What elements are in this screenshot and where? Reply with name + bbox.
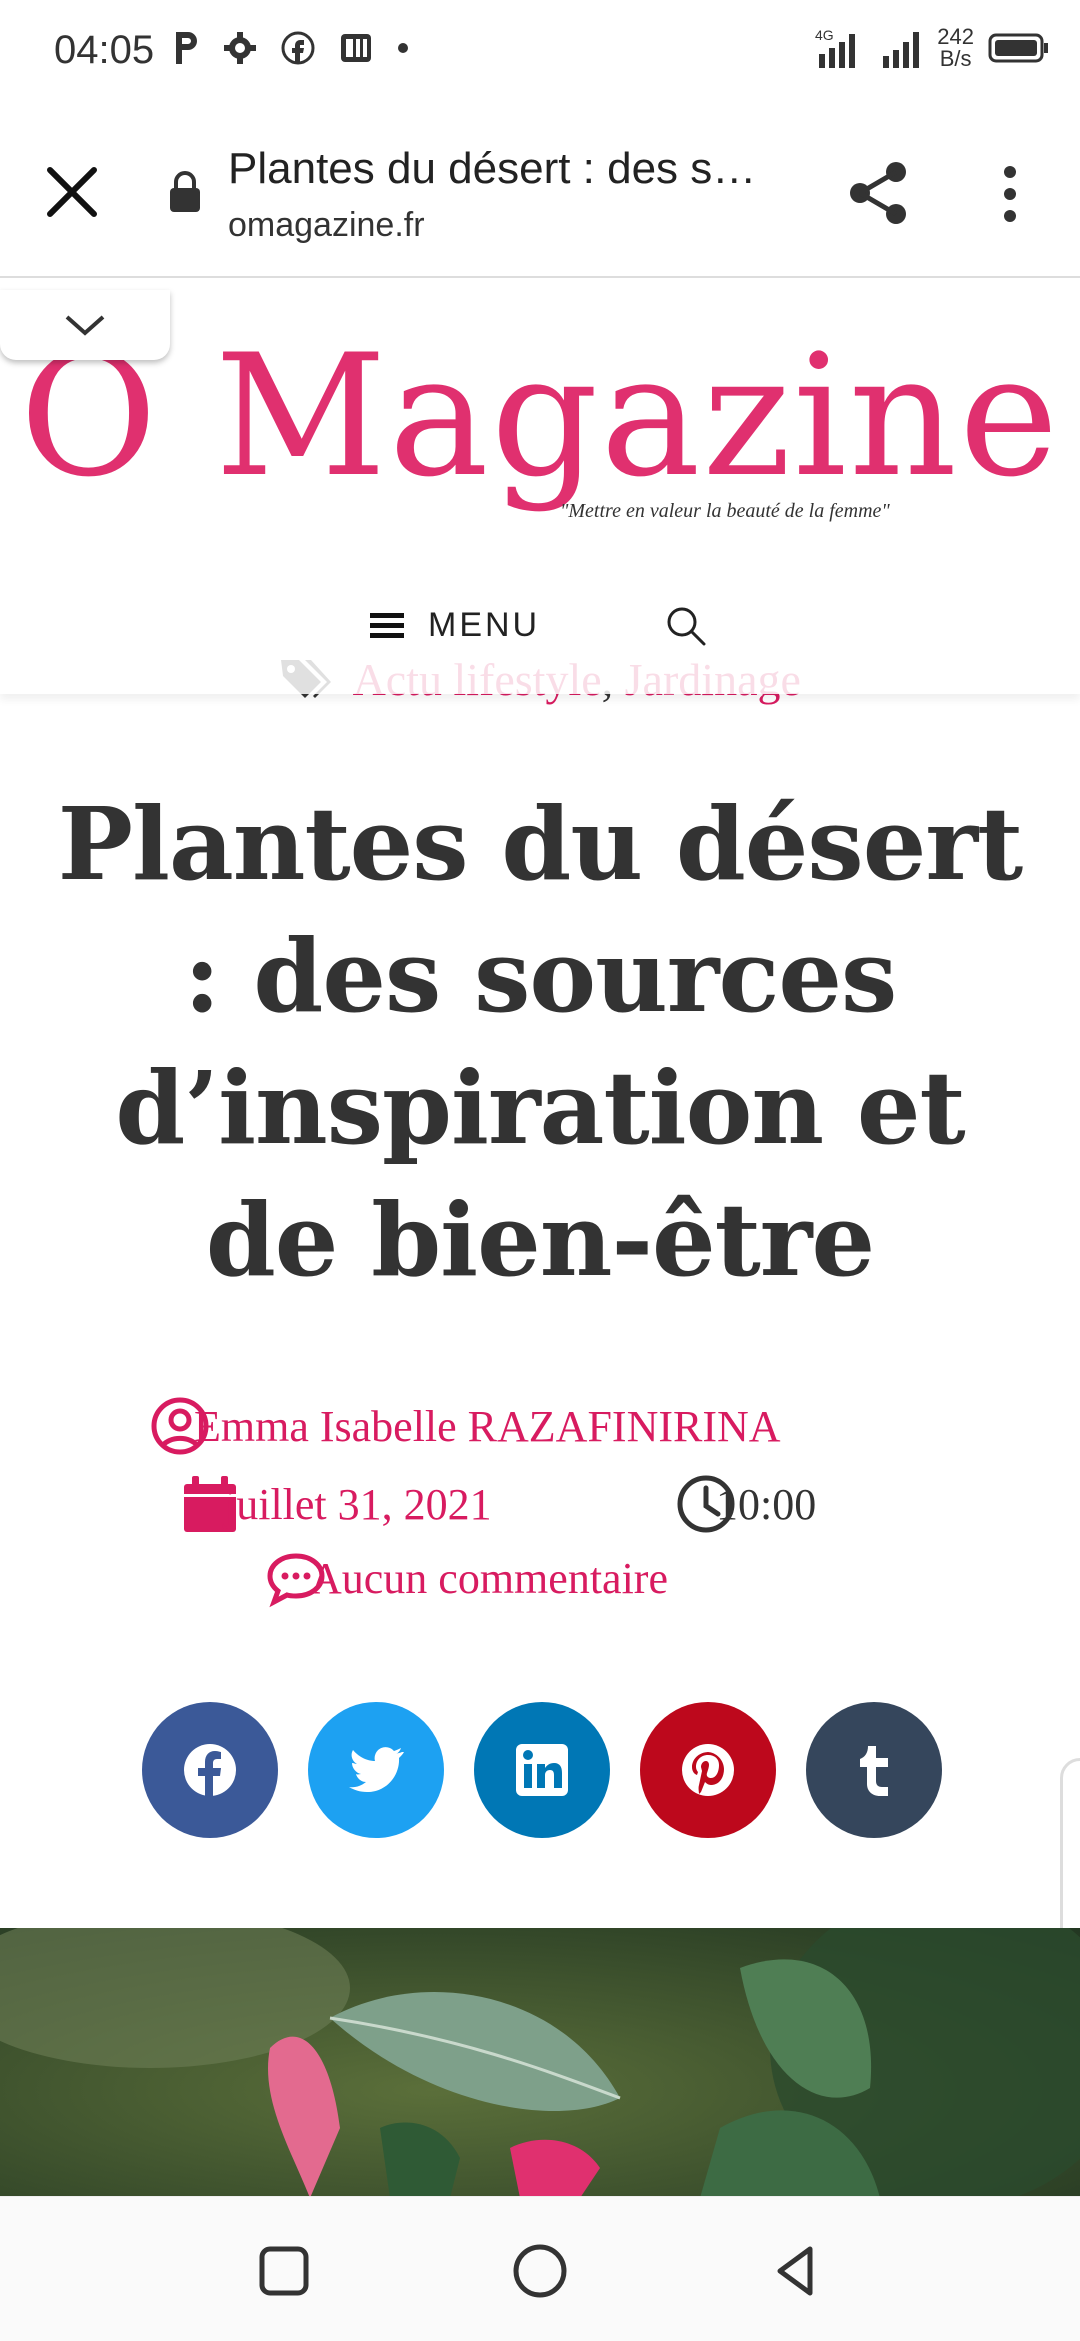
menu-button[interactable]: MENU: [370, 606, 540, 645]
signal-4g-icon: 4G: [815, 27, 856, 68]
search-icon[interactable]: [664, 604, 708, 648]
system-navigation-bar: [0, 2196, 1080, 2341]
chevron-down-icon: [65, 315, 105, 336]
signal-icon: [883, 32, 920, 68]
gear-icon: [224, 32, 256, 64]
menu-label: MENU: [428, 606, 541, 644]
more-options-icon[interactable]: [992, 164, 1028, 224]
pinterest-icon: [682, 1744, 734, 1796]
close-icon[interactable]: [40, 160, 104, 224]
facebook-icon: [281, 31, 315, 65]
browser-toolbar: Plantes du désert : des s… omagazine.fr: [0, 110, 1080, 278]
hamburger-icon: [370, 612, 404, 638]
status-time: 04:05: [54, 28, 155, 72]
article-title: Plantes du désert : des sources d’inspir…: [57, 785, 1023, 1299]
author-name[interactable]: Emma Isabelle RAZAFINIRINA: [194, 1401, 1080, 1452]
back-icon[interactable]: [764, 2239, 828, 2303]
news-icon: [341, 34, 371, 62]
web-page: Ô Magazine "Mettre en valeur la beauté d…: [0, 278, 1080, 2196]
system-icons: 4G 242 B/s: [815, 26, 1050, 70]
date-row: juillet 31, 2021: [180, 1474, 492, 1534]
collapse-toolbar-tab[interactable]: [0, 290, 170, 360]
share-twitter-button[interactable]: [308, 1702, 444, 1838]
article-hero-image: [0, 1928, 1080, 2196]
dot-icon: [398, 43, 408, 53]
share-pinterest-button[interactable]: [640, 1702, 776, 1838]
network-speed: 242 B/s: [937, 24, 974, 71]
home-icon[interactable]: [508, 2239, 572, 2303]
svg-text:4G: 4G: [815, 27, 834, 43]
comments-link[interactable]: Aucun commentaire: [310, 1553, 1080, 1604]
author-row[interactable]: Emma Isabelle RAZAFINIRINA: [150, 1396, 781, 1456]
recent-apps-icon[interactable]: [252, 2239, 316, 2303]
twitter-icon: [349, 1747, 404, 1792]
comments-row[interactable]: Aucun commentaire: [266, 1548, 668, 1608]
parking-icon: [176, 32, 197, 64]
time-row: 10:00: [676, 1474, 816, 1534]
page-domain[interactable]: omagazine.fr: [228, 206, 425, 245]
battery-icon: [988, 33, 1048, 63]
tumblr-icon: [860, 1746, 888, 1796]
article-time: 10:00: [716, 1479, 817, 1529]
page-title[interactable]: Plantes du désert : des s…: [228, 144, 798, 194]
facebook-icon: [184, 1744, 236, 1798]
share-buttons: [142, 1702, 942, 1838]
share-tumblr-button[interactable]: [806, 1702, 942, 1838]
linkedin-icon: [516, 1744, 568, 1796]
share-facebook-button[interactable]: [142, 1702, 278, 1838]
share-icon[interactable]: [846, 160, 912, 226]
status-bar: 04:05 4G 242 B/s: [0, 0, 1080, 110]
lock-icon: [170, 171, 200, 212]
share-linkedin-button[interactable]: [474, 1702, 610, 1838]
notification-icons: [172, 30, 410, 66]
site-tagline: "Mettre en valeur la beauté de la femme": [560, 500, 890, 522]
